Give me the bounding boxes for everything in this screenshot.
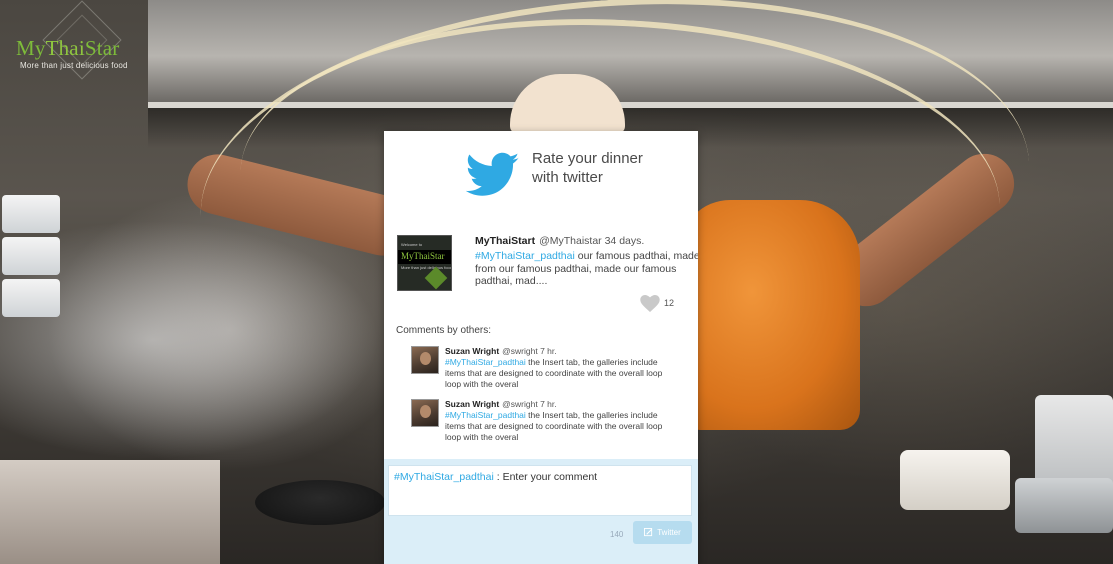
wok	[255, 480, 385, 525]
avatar-title: MyThaiStar	[401, 251, 445, 261]
comment-placeholder: : Enter your comment	[493, 471, 598, 483]
pen-icon	[644, 528, 653, 537]
comment-item: Suzan Wright @swright 7 hr. #MyThaiStar_p…	[411, 346, 686, 396]
logo-title-my: My	[16, 36, 46, 60]
tweet-author-handle: @MyThaistar 34 days.	[539, 235, 645, 247]
site-logo[interactable]: MyThaiStar More than just delicious food	[12, 0, 142, 96]
compose-hashtag: #MyThaiStar_padthai	[394, 471, 494, 483]
comment-author-name[interactable]: Suzan Wright	[445, 399, 499, 409]
like-button[interactable]: 12	[640, 295, 674, 312]
twitter-submit-button[interactable]: Twitter	[633, 521, 692, 544]
card-heading: Rate your dinner with twitter	[532, 150, 643, 186]
compose-footer: 140 Twitter	[384, 521, 698, 551]
comment-author-handle: @swright 7 hr.	[502, 346, 557, 356]
twitter-submit-label: Twitter	[657, 528, 681, 537]
compose-area: #MyThaiStar_padthai : Enter your comment…	[384, 459, 698, 564]
tweet-text: #MyThaiStar_padthai our famous padthai, …	[475, 250, 698, 288]
counter	[0, 460, 220, 564]
character-counter: 140	[610, 530, 624, 539]
heart-icon	[640, 295, 660, 312]
tweet-avatar[interactable]: Welcome to MyThaiStar More than just del…	[397, 235, 452, 291]
comment-text: #MyThaiStar_padthai the Insert tab, the …	[445, 357, 680, 390]
like-count: 12	[664, 297, 675, 308]
tweet-meta: MyThaiStart @MyThaistar 34 days.	[475, 235, 644, 247]
logo-tagline: More than just delicious food	[20, 61, 128, 70]
tweet-hashtag-link[interactable]: #MyThaiStar_padthai	[475, 250, 575, 262]
comment-avatar[interactable]	[411, 346, 439, 374]
container	[2, 195, 60, 233]
container	[2, 279, 60, 317]
tweet-author-name[interactable]: MyThaiStart	[475, 235, 535, 247]
comment-hashtag-link[interactable]: #MyThaiStar_padthai	[445, 357, 526, 367]
logo-title: MyThaiStar	[16, 36, 120, 61]
comment-input[interactable]: #MyThaiStar_padthai : Enter your comment	[388, 465, 692, 516]
container	[2, 237, 60, 275]
bowls	[900, 450, 1010, 510]
comment-author-name[interactable]: Suzan Wright	[445, 346, 499, 356]
avatar-ornament	[424, 266, 448, 290]
comment-avatar[interactable]	[411, 399, 439, 427]
comment-item: Suzan Wright @swright 7 hr. #MyThaiStar_p…	[411, 399, 686, 449]
twitter-bird-icon	[466, 152, 520, 196]
avatar-welcome: Welcome to	[401, 242, 423, 247]
featured-tweet: Welcome to MyThaiStar More than just del…	[384, 231, 698, 319]
twitter-rating-card: Rate your dinner with twitter Welcome to…	[384, 131, 698, 564]
card-header: Rate your dinner with twitter	[384, 131, 698, 221]
comment-text: #MyThaiStar_padthai the Insert tab, the …	[445, 410, 680, 443]
comment-hashtag-link[interactable]: #MyThaiStar_padthai	[445, 410, 526, 420]
avatar-tagline: More than just delicious food	[401, 265, 452, 270]
pot	[1015, 478, 1113, 533]
avatar-face	[420, 405, 431, 418]
comment-meta: Suzan Wright @swright 7 hr.	[445, 399, 557, 409]
logo-title-star: Star	[84, 36, 120, 60]
comments-heading: Comments by others:	[396, 325, 492, 336]
avatar-face	[420, 352, 431, 365]
logo-title-thai: Thai	[45, 36, 85, 60]
comment-meta: Suzan Wright @swright 7 hr.	[445, 346, 557, 356]
comment-author-handle: @swright 7 hr.	[502, 399, 557, 409]
